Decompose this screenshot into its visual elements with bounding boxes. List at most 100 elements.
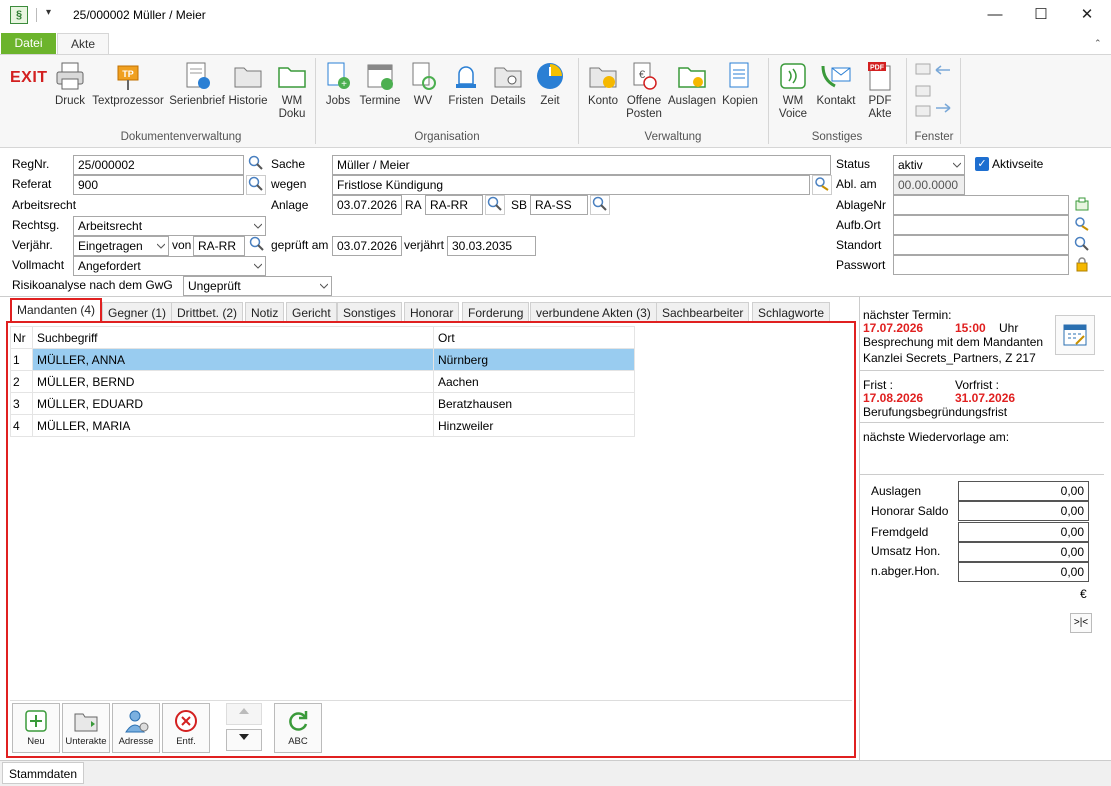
collapse-panel-button[interactable]: >|< (1070, 613, 1092, 633)
regnr-field[interactable]: 25/000002 (73, 155, 244, 175)
verjaehrt-field[interactable]: 30.03.2035 (447, 236, 536, 256)
offene-posten-button[interactable]: € Offene Posten (624, 60, 664, 121)
column-header-nr[interactable]: Nr (10, 326, 33, 349)
zeit-label: Zeit (540, 95, 560, 107)
referat-label: Referat (12, 177, 52, 191)
tab-forderung[interactable]: Forderung (462, 302, 530, 322)
zeit-button[interactable]: Zeit (530, 60, 570, 108)
cell-nr: 4 (10, 414, 33, 437)
kontakt-label: Kontakt (816, 95, 856, 107)
move-down-button[interactable] (226, 729, 262, 751)
table-row[interactable]: 2 MÜLLER, BERND Aachen (10, 370, 635, 393)
fristen-label: Fristen (448, 95, 484, 107)
search-icon[interactable] (246, 175, 266, 195)
wiedervorlage-icon (407, 60, 439, 92)
aufbort-field[interactable] (893, 215, 1069, 235)
termine-button[interactable]: Termine (358, 60, 402, 108)
adresse-button[interactable]: Adresse (112, 703, 160, 753)
quick-access-dropdown-icon[interactable]: ▾ (46, 7, 51, 18)
ablam-field[interactable]: 00.00.0000 (893, 175, 965, 195)
kontakt-button[interactable]: Kontakt (814, 60, 858, 108)
search-icon[interactable] (590, 195, 610, 215)
fristen-button[interactable]: Fristen (444, 60, 488, 108)
search-icon[interactable] (246, 155, 266, 175)
cell-nr: 2 (10, 370, 33, 393)
lock-icon[interactable] (1072, 256, 1092, 276)
status-select[interactable]: aktiv (893, 155, 965, 175)
table-row[interactable]: 1 MÜLLER, ANNA Nürnberg (10, 348, 635, 371)
wv-button[interactable]: WV (404, 60, 442, 108)
app-icon[interactable]: § (10, 6, 28, 24)
sb-field[interactable]: RA-SS (530, 195, 588, 215)
aktivseite-checkbox[interactable]: ✓ (975, 157, 989, 171)
details-button[interactable]: Details (488, 60, 528, 108)
unterakte-button[interactable]: Unterakte (62, 703, 110, 753)
auslagen-button[interactable]: Auslagen (666, 60, 718, 108)
druck-button[interactable]: Druck (50, 60, 90, 108)
table-row[interactable]: 3 MÜLLER, EDUARD Beratzhausen (10, 392, 635, 415)
minimize-button[interactable]: — (972, 0, 1018, 30)
tab-schlagworte[interactable]: Schlagworte (752, 302, 831, 322)
table-row[interactable]: 4 MÜLLER, MARIA Hinzweiler (10, 414, 635, 437)
tab-sonstiges[interactable]: Sonstiges (337, 302, 402, 322)
vollmacht-select[interactable]: Angefordert (73, 256, 266, 276)
tab-gericht[interactable]: Gericht (286, 302, 337, 322)
standort-field[interactable] (893, 235, 1069, 255)
sache-field[interactable]: Müller / Meier (332, 155, 831, 175)
archive-icon[interactable] (1072, 196, 1092, 216)
konto-button[interactable]: Konto (584, 60, 622, 108)
standort-label: Standort (836, 238, 882, 252)
edit-icon[interactable] (812, 175, 832, 195)
stammdaten-tab[interactable]: Stammdaten (2, 762, 85, 784)
move-up-button[interactable] (226, 703, 262, 725)
maximize-button[interactable]: ☐ (1018, 0, 1064, 30)
textprozessor-button[interactable]: TP Textprozessor (92, 60, 164, 108)
column-header-suchbegriff[interactable]: Suchbegriff (32, 326, 434, 349)
ribbon-tab-datei[interactable]: Datei (1, 33, 56, 54)
tab-verbundene-akten[interactable]: verbundene Akten (3) (530, 302, 657, 322)
close-button[interactable]: ✕ (1064, 0, 1110, 30)
tab-gegner[interactable]: Gegner (1) (102, 302, 173, 322)
wm-voice-button[interactable]: WM Voice (774, 60, 812, 121)
von-field[interactable]: RA-RR (193, 236, 245, 256)
neu-button[interactable]: Neu (12, 703, 60, 753)
tab-drittbet[interactable]: Drittbet. (2) (171, 302, 244, 322)
abc-sort-button[interactable]: ABC (274, 703, 322, 753)
jobs-button[interactable]: + Jobs (320, 60, 356, 108)
column-header-ort[interactable]: Ort (433, 326, 635, 349)
wm-doku-button[interactable]: WM Doku (272, 60, 312, 121)
exit-button[interactable]: EXIT (10, 69, 48, 87)
historie-button[interactable]: Historie (228, 60, 268, 108)
table-header-row: Nr Suchbegriff Ort (10, 326, 635, 349)
anlage-label: Anlage (271, 198, 309, 212)
tab-mandanten[interactable]: Mandanten (4) (10, 298, 103, 322)
tab-honorar[interactable]: Honorar (404, 302, 460, 322)
termin-location: Kanzlei Secrets_Partners, Z 217 (863, 351, 1036, 365)
rechtsg-select[interactable]: Arbeitsrecht (73, 216, 266, 236)
tab-sachbearbeiter[interactable]: Sachbearbeiter (656, 302, 750, 322)
person-icon (123, 708, 149, 734)
ribbon-collapse-icon[interactable]: ⌃ (1094, 38, 1102, 49)
ablagenr-field[interactable] (893, 195, 1069, 215)
passwort-field[interactable] (893, 255, 1069, 275)
search-icon[interactable] (247, 236, 267, 256)
entf-button[interactable]: Entf. (162, 703, 210, 753)
gwg-select[interactable]: Ungeprüft (183, 276, 332, 296)
search-icon[interactable] (1072, 236, 1092, 256)
kopien-button[interactable]: Kopien (720, 60, 760, 108)
ribbon-tab-akte[interactable]: Akte (57, 33, 109, 54)
wegen-field[interactable]: Fristlose Kündigung (332, 175, 810, 195)
verjaehr-select[interactable]: Eingetragen (73, 236, 169, 256)
fenster-buttons[interactable] (914, 62, 954, 122)
serienbrief-button[interactable]: Serienbrief (166, 60, 228, 108)
pdf-akte-button[interactable]: PDF PDF Akte (860, 60, 900, 121)
search-icon[interactable] (485, 195, 505, 215)
calendar-button[interactable] (1055, 315, 1095, 355)
ra-field[interactable]: RA-RR (425, 195, 483, 215)
edit-icon[interactable] (1072, 216, 1092, 236)
anlage-field[interactable]: 03.07.2026 (332, 195, 402, 215)
geprueft-field[interactable]: 03.07.2026 (332, 236, 402, 256)
ribbon-separator (768, 58, 769, 144)
tab-notiz[interactable]: Notiz (245, 302, 285, 322)
referat-field[interactable]: 900 (73, 175, 244, 195)
